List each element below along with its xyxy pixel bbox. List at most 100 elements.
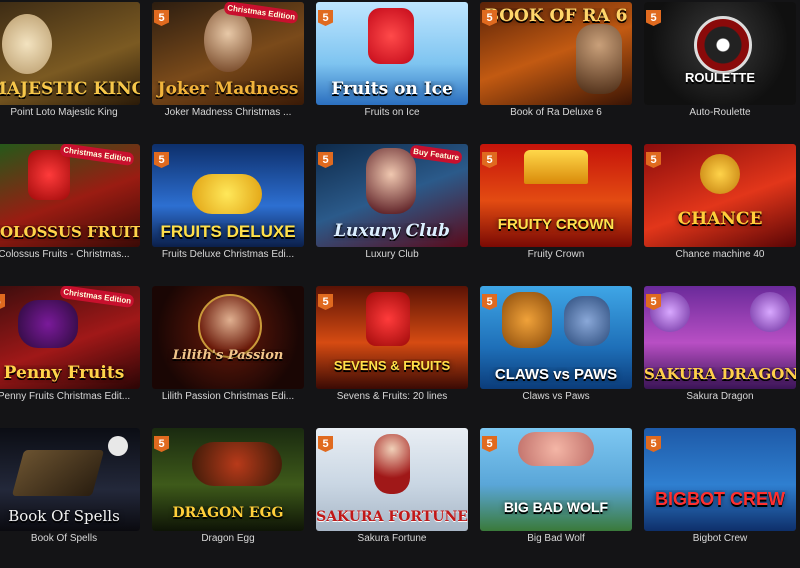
game-title[interactable]: Luxury Club (316, 249, 468, 260)
game-logo: Joker Madness (157, 81, 299, 99)
game-thumbnail[interactable]: 5 Christmas Edition Joker Madness (152, 2, 304, 105)
game-tile[interactable]: 5 CHANCE Chance machine 40 (644, 142, 796, 284)
game-tile[interactable]: MAJESTIC KING Point Loto Majestic King (0, 0, 140, 142)
woman-image (366, 148, 416, 214)
game-thumbnail[interactable]: 5 BIG BAD WOLF (480, 428, 632, 531)
game-thumbnail[interactable]: MAJESTIC KING (0, 2, 140, 105)
game-thumbnail[interactable]: 5 BOOK OF RA 6 (480, 2, 632, 105)
game-logo: COLOSSUS FRUITS (0, 225, 140, 241)
game-logo: Book Of Spells (8, 509, 120, 525)
game-tile[interactable]: 5 FRUITS DELUXE Fruits Deluxe Christmas … (152, 142, 304, 284)
game-tile[interactable]: 5 Christmas Edition Joker Madness Joker … (152, 0, 304, 142)
game-tile[interactable]: 5 FRUITY CROWN Fruity Crown (480, 142, 632, 284)
game-tile[interactable]: Christmas Edition COLOSSUS FRUITS Coloss… (0, 142, 140, 284)
game-thumbnail[interactable]: 5 CLAWS vs PAWS (480, 286, 632, 389)
game-title[interactable]: Sevens & Fruits: 20 lines (316, 391, 468, 402)
game-thumbnail[interactable]: Book Of Spells (0, 428, 140, 531)
game-title[interactable]: Book of Ra Deluxe 6 (480, 107, 632, 118)
game-logo: FRUITS DELUXE (160, 223, 296, 241)
game-thumbnail[interactable]: 5 SAKURA FORTUNE (316, 428, 468, 531)
game-title[interactable]: Bigbot Crew (644, 533, 796, 544)
game-thumbnail[interactable]: 5 ROULETTE (644, 2, 796, 105)
game-thumbnail[interactable]: 5 SAKURA DRAGON (644, 286, 796, 389)
game-thumbnail[interactable]: 5 BIGBOT CREW (644, 428, 796, 531)
game-logo: BIG BAD WOLF (503, 500, 609, 515)
game-thumbnail[interactable]: Lilith's Passion (152, 286, 304, 389)
game-thumbnail[interactable]: 5 DRAGON EGG (152, 428, 304, 531)
game-thumbnail[interactable]: 5 FRUITY CROWN (480, 144, 632, 247)
roulette-wheel-icon (694, 16, 752, 74)
explorer-image (576, 24, 622, 94)
game-logo: FRUITY CROWN (497, 217, 615, 233)
geisha-image (374, 434, 410, 494)
game-tile[interactable]: 5 BOOK OF RA 6 Book of Ra Deluxe 6 (480, 0, 632, 142)
game-tile[interactable]: 5 ROULETTE Auto-Roulette (644, 0, 796, 142)
game-logo: CHANCE (677, 211, 763, 229)
game-tile[interactable]: Lilith's Passion Lilith Passion Christma… (152, 284, 304, 426)
game-title[interactable]: Lilith Passion Christmas Edi... (152, 391, 304, 402)
game-logo: Luxury Club (334, 223, 450, 241)
lion-image (2, 14, 52, 74)
game-title[interactable]: Claws vs Paws (480, 391, 632, 402)
game-title[interactable]: Big Bad Wolf (480, 533, 632, 544)
game-title[interactable]: Dragon Egg (152, 533, 304, 544)
game-thumbnail[interactable]: 5 SEVENS & FRUITS (316, 286, 468, 389)
game-logo: DRAGON EGG (172, 506, 284, 521)
game-thumbnail[interactable]: 5 Christmas Edition Penny Fruits (0, 286, 140, 389)
joker-image (204, 8, 252, 72)
game-title[interactable]: Sakura Fortune (316, 533, 468, 544)
game-grid: MAJESTIC KING Point Loto Majestic King 5… (0, 0, 800, 544)
game-logo: CLAWS vs PAWS (494, 367, 618, 383)
game-logo: Lilith's Passion (172, 349, 284, 363)
game-title[interactable]: Fruits on Ice (316, 107, 468, 118)
game-title[interactable]: Joker Madness Christmas ... (152, 107, 304, 118)
seven-image (368, 8, 414, 64)
seven-image (366, 292, 410, 346)
game-title[interactable]: Fruity Crown (480, 249, 632, 260)
game-title[interactable]: Sakura Dragon (644, 391, 796, 402)
game-logo: MAJESTIC KING (0, 81, 140, 99)
game-logo: BIGBOT CREW (655, 490, 785, 509)
game-thumbnail[interactable]: 5 Buy Feature Luxury Club (316, 144, 468, 247)
game-logo: BOOK OF RA 6 (484, 8, 628, 26)
game-logo: SAKURA DRAGON (644, 367, 796, 383)
game-title[interactable]: Fruits Deluxe Christmas Edi... (152, 249, 304, 260)
game-title[interactable]: Auto-Roulette (644, 107, 796, 118)
game-title[interactable]: Point Loto Majestic King (0, 107, 140, 118)
crown-image (524, 150, 588, 184)
game-tile[interactable]: 5 SAKURA DRAGON Sakura Dragon (644, 284, 796, 426)
game-thumbnail[interactable]: Christmas Edition COLOSSUS FRUITS (0, 144, 140, 247)
fruits-image (18, 300, 78, 348)
star-image (700, 154, 740, 194)
spell-book-image (11, 450, 105, 496)
seven-image (28, 150, 70, 200)
game-thumbnail[interactable]: 5 Fruits on Ice (316, 2, 468, 105)
game-thumbnail[interactable]: 5 CHANCE (644, 144, 796, 247)
game-tile[interactable]: Book Of Spells Book Of Spells (0, 426, 140, 568)
game-tile[interactable]: 5 Christmas Edition Penny Fruits Penny F… (0, 284, 140, 426)
pigs-image (518, 432, 594, 466)
dragon-right-image (750, 292, 790, 332)
fruits-image (192, 174, 262, 214)
game-tile[interactable]: 5 Fruits on Ice Fruits on Ice (316, 0, 468, 142)
raccoon-image (502, 292, 552, 348)
game-logo: ROULETTE (684, 71, 756, 85)
game-title[interactable]: Penny Fruits Christmas Edit... (0, 391, 140, 402)
game-tile[interactable]: 5 DRAGON EGG Dragon Egg (152, 426, 304, 568)
game-tile[interactable]: 5 SAKURA FORTUNE Sakura Fortune (316, 426, 468, 568)
game-tile[interactable]: 5 BIGBOT CREW Bigbot Crew (644, 426, 796, 568)
game-tile[interactable]: 5 SEVENS & FRUITS Sevens & Fruits: 20 li… (316, 284, 468, 426)
game-title[interactable]: Chance machine 40 (644, 249, 796, 260)
dog-image (564, 296, 610, 346)
game-title[interactable]: Book Of Spells (0, 533, 140, 544)
game-title[interactable]: Colossus Fruits - Christmas... (0, 249, 140, 260)
dragon-image (192, 442, 282, 486)
game-logo: SEVENS & FRUITS (333, 359, 451, 373)
game-logo: Penny Fruits (3, 365, 125, 383)
game-tile[interactable]: 5 Buy Feature Luxury Club Luxury Club (316, 142, 468, 284)
game-tile[interactable]: 5 BIG BAD WOLF Big Bad Wolf (480, 426, 632, 568)
game-logo: SAKURA FORTUNE (316, 510, 468, 525)
game-logo: Fruits on Ice (331, 81, 453, 99)
game-thumbnail[interactable]: 5 FRUITS DELUXE (152, 144, 304, 247)
game-tile[interactable]: 5 CLAWS vs PAWS Claws vs Paws (480, 284, 632, 426)
